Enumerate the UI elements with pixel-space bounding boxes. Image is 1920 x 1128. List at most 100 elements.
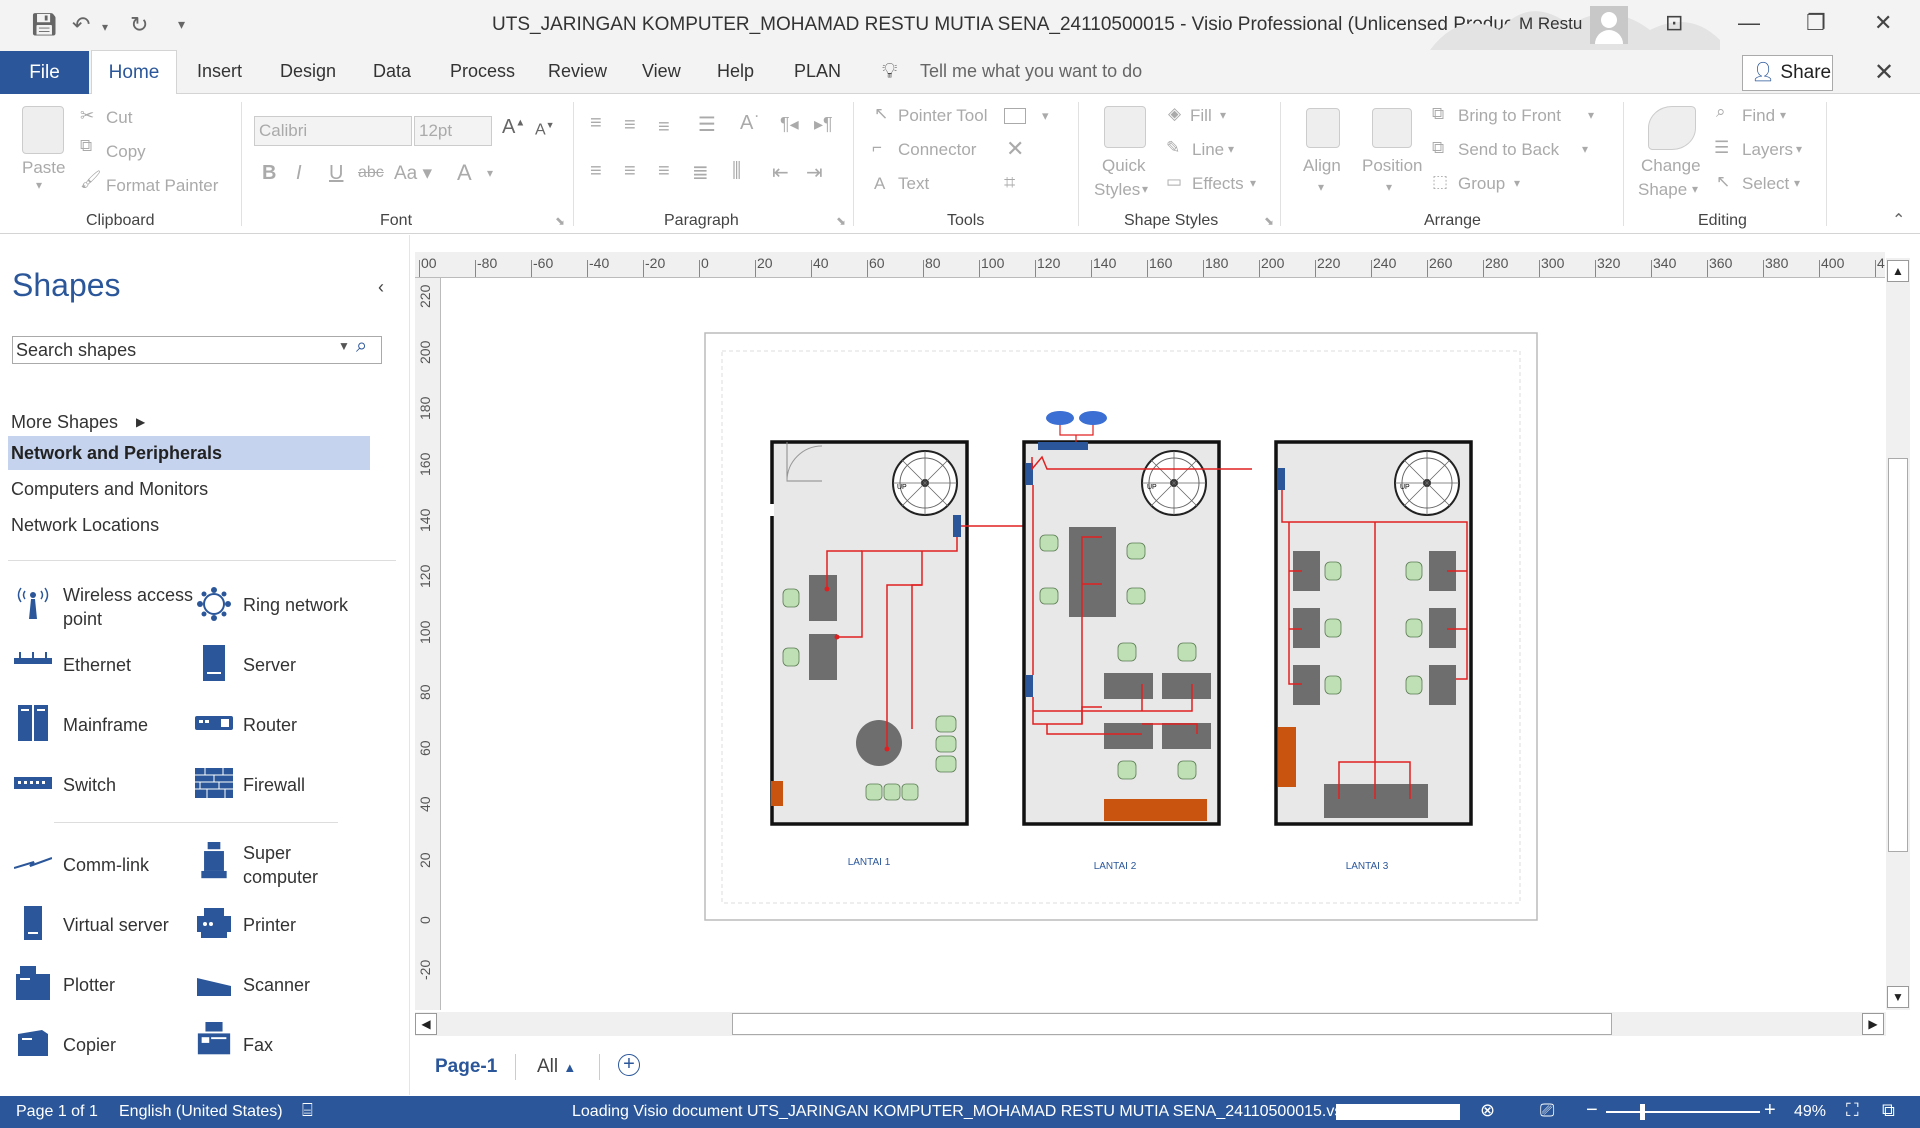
bring-to-front-button[interactable]: Bring to Front (1458, 106, 1561, 126)
presentation-mode-icon[interactable]: ⎚ (1540, 1100, 1554, 1121)
format-painter-button[interactable]: Format Painter (106, 176, 218, 196)
pointer-tool-button[interactable]: Pointer Tool (898, 106, 987, 126)
paste-button[interactable]: Paste (22, 158, 65, 178)
user-name[interactable]: M Restu (1519, 14, 1582, 34)
floor-2[interactable]: UP LANTAI 2 (1022, 411, 1252, 872)
shape-wireless-access-point[interactable]: Wireless access point (63, 583, 203, 631)
shape-super-computer[interactable]: Super computer (243, 841, 343, 889)
shape-copier[interactable]: Copier (63, 1033, 116, 1057)
customize-icon[interactable]: ▾ (178, 16, 185, 33)
paragraph-dialog-launcher-icon[interactable]: ⬊ (836, 214, 846, 228)
macro-icon[interactable]: ⌸ (302, 1100, 313, 1121)
connector-button[interactable]: Connector (898, 140, 976, 160)
minimize-icon[interactable]: — (1738, 10, 1760, 36)
select-dropdown-icon[interactable]: ▾ (1794, 176, 1800, 190)
tab-view[interactable]: View (642, 61, 681, 82)
vertical-scrollbar[interactable]: ▲ ▼ (1886, 258, 1910, 1010)
change-case-icon[interactable]: Aa ▾ (394, 162, 432, 185)
floor-3[interactable]: UP LANTAI 3 (1274, 440, 1473, 872)
tab-review[interactable]: Review (548, 61, 607, 82)
zoom-slider-thumb[interactable] (1640, 1104, 1645, 1120)
stencil-network-locations[interactable]: Network Locations (8, 508, 370, 542)
align-shapes-icon[interactable] (1306, 108, 1340, 148)
tab-design[interactable]: Design (280, 61, 336, 82)
shape-mainframe[interactable]: Mainframe (63, 713, 148, 737)
zoom-slider[interactable] (1606, 1111, 1760, 1113)
distribute-icon[interactable]: ⫼ (732, 160, 741, 183)
scroll-down-icon[interactable]: ▼ (1887, 986, 1909, 1008)
strikethrough-icon[interactable]: abc (358, 164, 384, 182)
layers-dropdown-icon[interactable]: ▾ (1796, 142, 1802, 156)
align-dropdown-icon[interactable]: ▾ (1318, 180, 1324, 194)
quick-styles-icon[interactable] (1104, 106, 1146, 148)
layers-button[interactable]: Layers (1742, 140, 1793, 160)
all-pages-tab[interactable]: All ▲ (537, 1056, 576, 1078)
avatar[interactable] (1590, 6, 1628, 44)
tab-page-1[interactable]: Page-1 (435, 1056, 497, 1078)
collapse-pane-icon[interactable]: ‹ (378, 277, 384, 298)
close-icon[interactable]: ✕ (1874, 10, 1892, 36)
text-tool-button[interactable]: Text (898, 174, 929, 194)
tab-home[interactable]: Home (91, 50, 177, 95)
share-button[interactable]: 👤︎ Share (1742, 55, 1833, 91)
quick-styles-dropdown-icon[interactable]: ▾ (1142, 182, 1148, 196)
align-center-icon[interactable]: ≡ (624, 160, 636, 183)
underline-icon[interactable]: U (329, 162, 343, 185)
position-icon[interactable] (1372, 108, 1412, 148)
connection-point-icon[interactable]: ✕ (1006, 136, 1024, 162)
group-dropdown-icon[interactable]: ▾ (1514, 176, 1520, 190)
font-dialog-launcher-icon[interactable]: ⬊ (555, 214, 565, 228)
position-button[interactable]: Position (1362, 156, 1422, 176)
align-bottom-icon[interactable]: ≡ (658, 116, 670, 139)
bold-icon[interactable]: B (262, 162, 276, 185)
fit-page-icon[interactable]: ⛶ (1846, 1100, 1859, 1121)
align-middle-icon[interactable]: ≡ (624, 114, 636, 137)
quick-styles-button-line1[interactable]: Quick (1102, 156, 1145, 176)
drawing-canvas[interactable]: UP LANTAI 1 UP LANTAI 2 UP LANTAI 3 (442, 279, 1885, 1009)
restore-icon[interactable]: ❐ (1806, 10, 1826, 36)
effects-button[interactable]: Effects (1192, 174, 1244, 194)
select-button[interactable]: Select (1742, 174, 1789, 194)
vertical-scroll-thumb[interactable] (1888, 458, 1908, 852)
paste-icon[interactable] (22, 106, 64, 154)
change-shape-button-line1[interactable]: Change (1641, 156, 1701, 176)
tab-insert[interactable]: Insert (197, 61, 242, 82)
tab-data[interactable]: Data (373, 61, 411, 82)
shape-printer[interactable]: Printer (243, 913, 296, 937)
find-dropdown-icon[interactable]: ▾ (1780, 108, 1786, 122)
position-dropdown-icon[interactable]: ▾ (1386, 180, 1392, 194)
shape-plotter[interactable]: Plotter (63, 973, 115, 997)
cancel-loading-icon[interactable]: ⊗ (1480, 1100, 1495, 1121)
scroll-up-icon[interactable]: ▲ (1887, 260, 1909, 282)
font-color-dropdown-icon[interactable]: ▾ (487, 166, 493, 180)
shape-firewall[interactable]: Firewall (243, 773, 305, 797)
align-left-icon[interactable]: ≡ (590, 160, 602, 183)
scroll-right-icon[interactable]: ▶ (1862, 1013, 1884, 1035)
horizontal-scrollbar[interactable]: ◀ ▶ (415, 1012, 1886, 1036)
font-size-select[interactable]: 12pt (414, 116, 492, 146)
font-color-icon[interactable]: A (457, 160, 472, 186)
shrink-font-icon[interactable]: A▼ (535, 120, 555, 139)
floor-plan-drawing[interactable]: UP LANTAI 1 UP LANTAI 2 UP LANTAI 3 (442, 279, 1885, 1009)
rtl-icon[interactable]: ▸¶ (814, 114, 833, 135)
language-indicator[interactable]: English (United States) (119, 1103, 283, 1121)
line-button[interactable]: Line (1192, 140, 1224, 160)
align-right-icon[interactable]: ≡ (658, 160, 670, 183)
quick-styles-button-line2[interactable]: Styles (1094, 180, 1140, 200)
find-button[interactable]: Find (1742, 106, 1775, 126)
zoom-level[interactable]: 49% (1794, 1103, 1826, 1121)
shapes-dropdown-icon[interactable]: ▾ (1042, 108, 1049, 124)
fill-button[interactable]: Fill (1190, 106, 1212, 126)
change-shape-button-line2[interactable]: Shape (1638, 180, 1687, 200)
shape-router[interactable]: Router (243, 713, 297, 737)
search-dropdown-icon[interactable]: ▼ (338, 339, 350, 353)
tab-file[interactable]: File (0, 51, 89, 94)
change-shape-icon[interactable] (1648, 106, 1696, 150)
bring-front-dropdown-icon[interactable]: ▾ (1588, 108, 1594, 122)
line-dropdown-icon[interactable]: ▾ (1228, 142, 1234, 156)
more-shapes-menu[interactable]: More Shapes ▶ (8, 405, 370, 439)
italic-icon[interactable]: I (296, 162, 302, 185)
horizontal-scroll-thumb[interactable] (732, 1013, 1612, 1035)
cut-button[interactable]: Cut (106, 108, 132, 128)
tab-plan[interactable]: PLAN (794, 61, 841, 82)
